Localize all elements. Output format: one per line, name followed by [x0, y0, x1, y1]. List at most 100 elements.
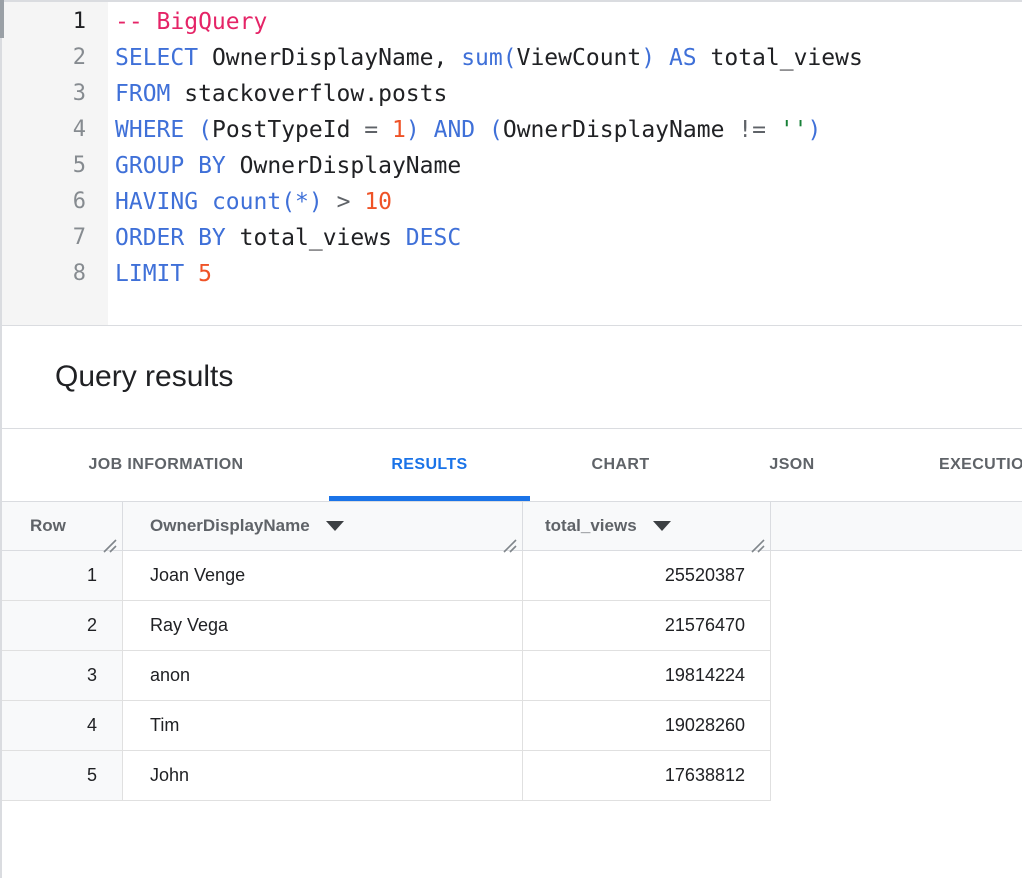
table-row: 4Tim19028260 — [0, 701, 1022, 751]
code-line[interactable]: FROM stackoverflow.posts — [115, 76, 1022, 112]
code-token: PostTypeId — [212, 117, 364, 143]
code-token: total_views — [697, 45, 863, 71]
tab-job-information[interactable]: JOB INFORMATION — [28, 429, 304, 501]
code-line[interactable]: HAVING count(*) > 10 — [115, 184, 1022, 220]
total-views-cell: 17638812 — [523, 751, 771, 801]
total-views-cell: 21576470 — [523, 601, 771, 651]
code-token: FROM — [115, 81, 170, 107]
code-token — [350, 189, 364, 215]
left-scrollbar-thumb[interactable] — [0, 0, 4, 38]
code-token: (*) — [281, 189, 323, 215]
code-token: 10 — [364, 189, 392, 215]
code-line[interactable]: -- BigQuery — [115, 4, 1022, 40]
code-token: total_views — [226, 225, 406, 251]
column-label: OwnerDisplayName — [150, 516, 310, 536]
code-token: ) — [406, 117, 420, 143]
code-token: > — [337, 189, 351, 215]
code-token: LIMIT — [115, 261, 184, 287]
code-token: != — [738, 117, 766, 143]
row-number-cell: 1 — [0, 551, 123, 601]
code-token: sum — [461, 45, 503, 71]
code-token: = — [364, 117, 378, 143]
query-results-header: Query results — [0, 326, 1022, 429]
line-number: 5 — [0, 148, 108, 184]
filler-cell — [771, 601, 1022, 651]
code-token: OwnerDisplayName — [503, 117, 738, 143]
total-views-cell: 19814224 — [523, 651, 771, 701]
code-token — [655, 45, 669, 71]
tab-json[interactable]: JSON — [726, 429, 858, 501]
tab-chart[interactable]: CHART — [554, 429, 687, 501]
code-token — [420, 117, 434, 143]
column-resize-handle[interactable] — [502, 538, 518, 554]
column-menu-caret-icon[interactable] — [653, 521, 671, 531]
code-token: AS — [669, 45, 697, 71]
panel-left-border — [0, 0, 2, 878]
code-token: DESC — [406, 225, 461, 251]
filler-cell — [771, 551, 1022, 601]
line-number: 8 — [0, 256, 108, 292]
table-row: 3anon19814224 — [0, 651, 1022, 701]
code-token: ( — [198, 117, 212, 143]
code-token: OwnerDisplayName, — [198, 45, 461, 71]
code-line[interactable]: SELECT OwnerDisplayName, sum(ViewCount) … — [115, 40, 1022, 76]
code-line[interactable]: GROUP BY OwnerDisplayName — [115, 148, 1022, 184]
code-token — [198, 189, 212, 215]
owner-display-name-cell: Ray Vega — [123, 601, 523, 651]
code-token: 1 — [392, 117, 406, 143]
active-tab-indicator — [329, 496, 530, 501]
tab-execution-details[interactable]: EXECUTION DETAILS — [939, 429, 1022, 501]
panel-top-border — [0, 0, 1022, 2]
table-row: 1Joan Venge25520387 — [0, 551, 1022, 601]
code-token: ViewCount — [517, 45, 642, 71]
results-table-header: Row OwnerDisplayName total_views — [0, 502, 1022, 551]
row-number-cell: 4 — [0, 701, 123, 751]
code-token: OwnerDisplayName — [226, 153, 461, 179]
total-views-cell: 25520387 — [523, 551, 771, 601]
editor-code[interactable]: -- BigQuerySELECT OwnerDisplayName, sum(… — [108, 0, 1022, 325]
total-views-cell: 19028260 — [523, 701, 771, 751]
code-line[interactable]: ORDER BY total_views DESC — [115, 220, 1022, 256]
line-number: 4 — [0, 112, 108, 148]
code-token — [184, 261, 198, 287]
code-line[interactable]: LIMIT 5 — [115, 256, 1022, 292]
code-token: ( — [503, 45, 517, 71]
line-number: 7 — [0, 220, 108, 256]
owner-display-name-cell: anon — [123, 651, 523, 701]
results-tab-bar: JOB INFORMATION RESULTS CHART JSON EXECUTION… — [0, 429, 1022, 502]
row-number-cell: 5 — [0, 751, 123, 801]
code-line[interactable]: WHERE (PostTypeId = 1) AND (OwnerDisplay… — [115, 112, 1022, 148]
column-header-total-views[interactable]: total_views — [523, 502, 771, 550]
column-label: total_views — [545, 516, 637, 536]
code-token — [475, 117, 489, 143]
row-number-cell: 2 — [0, 601, 123, 651]
page-title: Query results — [55, 360, 233, 394]
code-token — [323, 189, 337, 215]
owner-display-name-cell: Tim — [123, 701, 523, 751]
filler-cell — [771, 701, 1022, 751]
editor-gutter: 12345678 — [0, 0, 108, 325]
tab-results[interactable]: RESULTS — [329, 429, 530, 501]
line-number: 6 — [0, 184, 108, 220]
code-token: ) — [641, 45, 655, 71]
line-number: 3 — [0, 76, 108, 112]
column-resize-handle[interactable] — [750, 538, 766, 554]
column-header-row: Row — [0, 502, 123, 550]
code-token: '' — [780, 117, 808, 143]
column-header-filler — [771, 502, 1022, 550]
code-token: AND — [434, 117, 476, 143]
column-header-ownerdisplayname[interactable]: OwnerDisplayName — [123, 502, 523, 550]
code-token: stackoverflow.posts — [170, 81, 447, 107]
code-token: HAVING — [115, 189, 198, 215]
column-menu-caret-icon[interactable] — [326, 521, 344, 531]
code-token: WHERE — [115, 117, 184, 143]
results-table: Row OwnerDisplayName total_views 1Joan V… — [0, 502, 1022, 801]
line-number: 2 — [0, 40, 108, 76]
table-row: 5John17638812 — [0, 751, 1022, 801]
code-token: ) — [808, 117, 822, 143]
code-token: SELECT — [115, 45, 198, 71]
column-resize-handle[interactable] — [102, 538, 118, 554]
table-row: 2Ray Vega21576470 — [0, 601, 1022, 651]
column-label: Row — [30, 516, 66, 536]
sql-editor[interactable]: 12345678 -- BigQuerySELECT OwnerDisplayN… — [0, 0, 1022, 326]
